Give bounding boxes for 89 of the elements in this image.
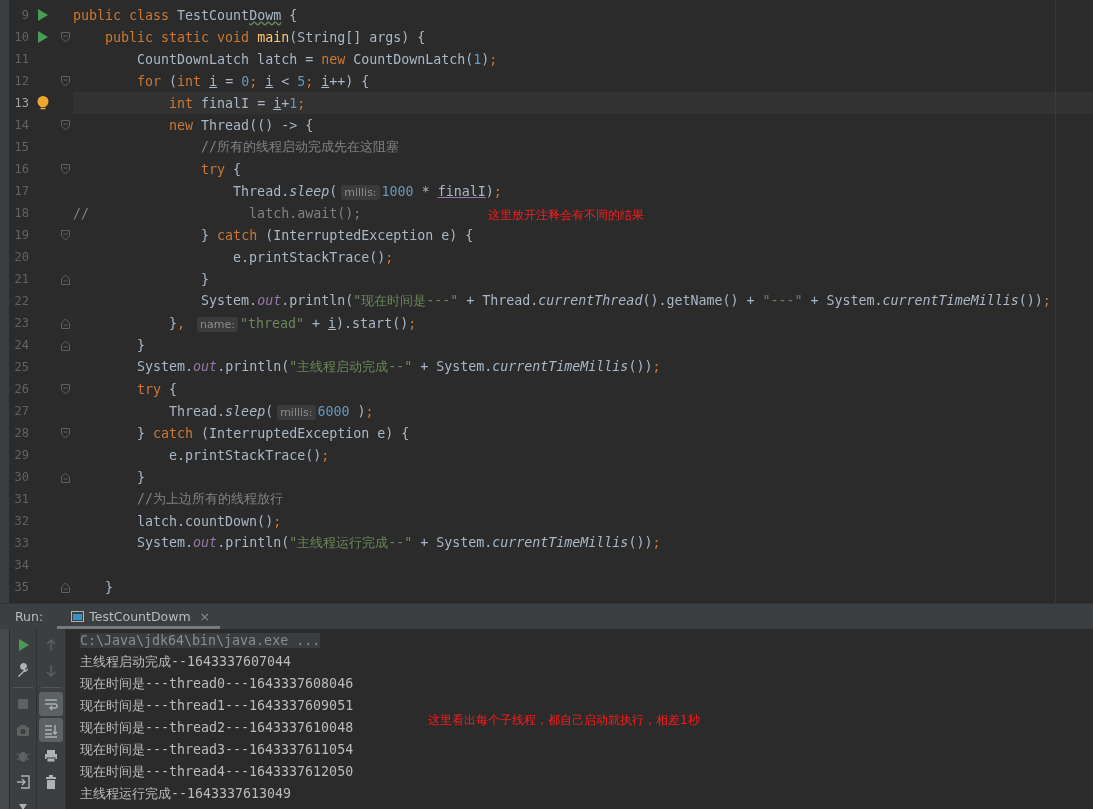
fold-marker-icon[interactable] xyxy=(60,75,70,87)
console-icon xyxy=(71,611,85,622)
line-number: 27 xyxy=(13,404,29,418)
code-line: System.out.println("主线程运行完成--" + System.currentTimeMillis()); xyxy=(136,534,661,552)
line-number: 11 xyxy=(13,52,29,66)
code-line: //所有的线程启动完成先在这阻塞 xyxy=(200,138,400,156)
line-number: 23 xyxy=(13,316,29,330)
line-number: 35 xyxy=(13,580,29,594)
line-number: 26 xyxy=(13,382,29,396)
soft-wrap-button[interactable] xyxy=(39,692,63,716)
fold-marker-icon[interactable] xyxy=(60,273,70,285)
soft-wrap-icon xyxy=(43,696,59,712)
line-number: 29 xyxy=(13,448,29,462)
line-number: 33 xyxy=(13,536,29,550)
code-line: for (int i = 0; i < 5; i++) { xyxy=(136,73,370,89)
trash-icon xyxy=(43,774,59,790)
fold-marker-icon[interactable] xyxy=(60,383,70,395)
line-number: 28 xyxy=(13,426,29,440)
code-line: } xyxy=(104,579,114,595)
exit-icon xyxy=(15,774,31,790)
console-output: 现在时间是---thread0---1643337608046 xyxy=(80,675,354,693)
annotation-text: 这里放开注释会有不同的结果 xyxy=(488,207,644,224)
fold-marker-icon[interactable] xyxy=(60,471,70,483)
code-line: latch.countDown(); xyxy=(136,513,282,529)
code-line: } xyxy=(136,469,146,485)
code-line: Thread.sleep( millis: 1000 * finalI); xyxy=(232,183,502,199)
line-number: 14 xyxy=(13,118,29,132)
fold-marker-icon[interactable] xyxy=(60,163,70,175)
printer-icon xyxy=(43,748,59,764)
code-line: } xyxy=(200,271,210,287)
line-number: 16 xyxy=(13,162,29,176)
code-line: //为上边所有的线程放行 xyxy=(136,490,284,508)
fold-marker-icon[interactable] xyxy=(60,31,70,43)
line-number: 31 xyxy=(13,492,29,506)
line-number: 19 xyxy=(13,228,29,242)
line-number: 20 xyxy=(13,250,29,264)
line-number: 30 xyxy=(13,470,29,484)
code-line: public static void main(String[] args) { xyxy=(104,29,426,45)
fold-marker-icon[interactable] xyxy=(60,317,70,329)
fold-marker-icon[interactable] xyxy=(60,229,70,241)
code-line: new Thread(() -> { xyxy=(168,117,314,133)
code-line: e.printStackTrace(); xyxy=(232,249,394,265)
line-number: 12 xyxy=(13,74,29,88)
fold-marker-icon[interactable] xyxy=(60,427,70,439)
fold-marker-icon[interactable] xyxy=(60,119,70,131)
line-number: 13 xyxy=(13,96,29,110)
code-line: }, name: "thread" + i).start(); xyxy=(168,315,417,331)
fold-marker-icon[interactable] xyxy=(60,339,70,351)
code-line: try { xyxy=(136,381,178,397)
line-number: 34 xyxy=(13,558,29,572)
line-number: 32 xyxy=(13,514,29,528)
run-label: Run: xyxy=(15,609,44,624)
console-output: 现在时间是---thread2---1643337610048 xyxy=(80,719,354,737)
code-line: public class TestCountDowm { xyxy=(73,7,298,23)
line-number: 24 xyxy=(13,338,29,352)
run-icon[interactable] xyxy=(37,31,49,43)
line-number: 9 xyxy=(20,8,29,22)
console-output: 主线程运行完成--1643337613049 xyxy=(80,785,292,803)
annotation-text: 这里看出每个子线程，都自己启动就执行，相差1秒 xyxy=(428,712,700,729)
console-output: 主线程启动完成--1643337607044 xyxy=(80,653,292,671)
code-line: } catch (InterruptedException e) { xyxy=(136,425,410,441)
lightbulb-icon[interactable] xyxy=(37,95,49,111)
camera-icon xyxy=(15,722,31,738)
scroll-to-end-button[interactable] xyxy=(39,718,63,742)
code-line: Thread.sleep( millis: 6000 ); xyxy=(168,403,374,419)
line-number: 22 xyxy=(13,294,29,308)
run-icon[interactable] xyxy=(37,9,49,21)
code-line: CountDownLatch latch = new CountDownLatch(1); xyxy=(136,51,498,67)
code-line: try { xyxy=(200,161,242,177)
code-line: int finalI = i+1; xyxy=(168,95,306,111)
code-line: // latch.await(); xyxy=(73,205,362,221)
stop-icon xyxy=(15,696,31,712)
line-number: 21 xyxy=(13,272,29,286)
line-number: 18 xyxy=(13,206,29,220)
code-line: e.printStackTrace(); xyxy=(168,447,330,463)
run-tab[interactable]: TestCountDowm × xyxy=(57,604,221,629)
line-number: 15 xyxy=(13,140,29,154)
line-number: 25 xyxy=(13,360,29,374)
code-line: System.out.println("现在时间是---" + Thread.currentThread().getName() + "---" + System.currentTimeMillis()); xyxy=(200,292,1051,310)
line-number: 17 xyxy=(13,184,29,198)
code-line: System.out.println("主线程启动完成--" + System.currentTimeMillis()); xyxy=(136,358,661,376)
scroll-to-end-icon xyxy=(43,722,59,738)
code-line: } catch (InterruptedException e) { xyxy=(200,227,474,243)
console-output: 现在时间是---thread1---1643337609051 xyxy=(80,697,354,715)
line-number: 10 xyxy=(13,30,29,44)
fold-marker-icon[interactable] xyxy=(60,581,70,593)
code-line: } xyxy=(136,337,146,353)
console-output: 现在时间是---thread4---1643337612050 xyxy=(80,763,354,781)
console-output: 现在时间是---thread3---1643337611054 xyxy=(80,741,354,759)
